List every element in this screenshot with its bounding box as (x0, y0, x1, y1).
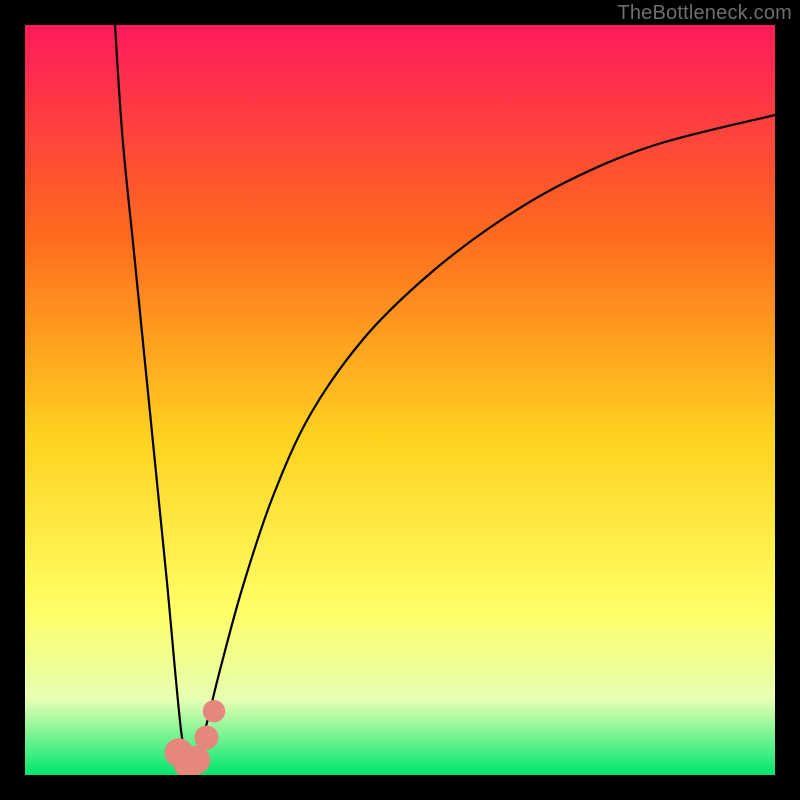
bottleneck-curve (25, 25, 775, 775)
watermark-text: TheBottleneck.com (617, 2, 792, 25)
marker-valley-rise-2 (203, 700, 226, 723)
marker-valley-floor-right (182, 746, 211, 775)
marker-valley-rise-1 (195, 726, 219, 750)
plot-area (25, 25, 775, 775)
outer-frame: TheBottleneck.com (0, 0, 800, 800)
